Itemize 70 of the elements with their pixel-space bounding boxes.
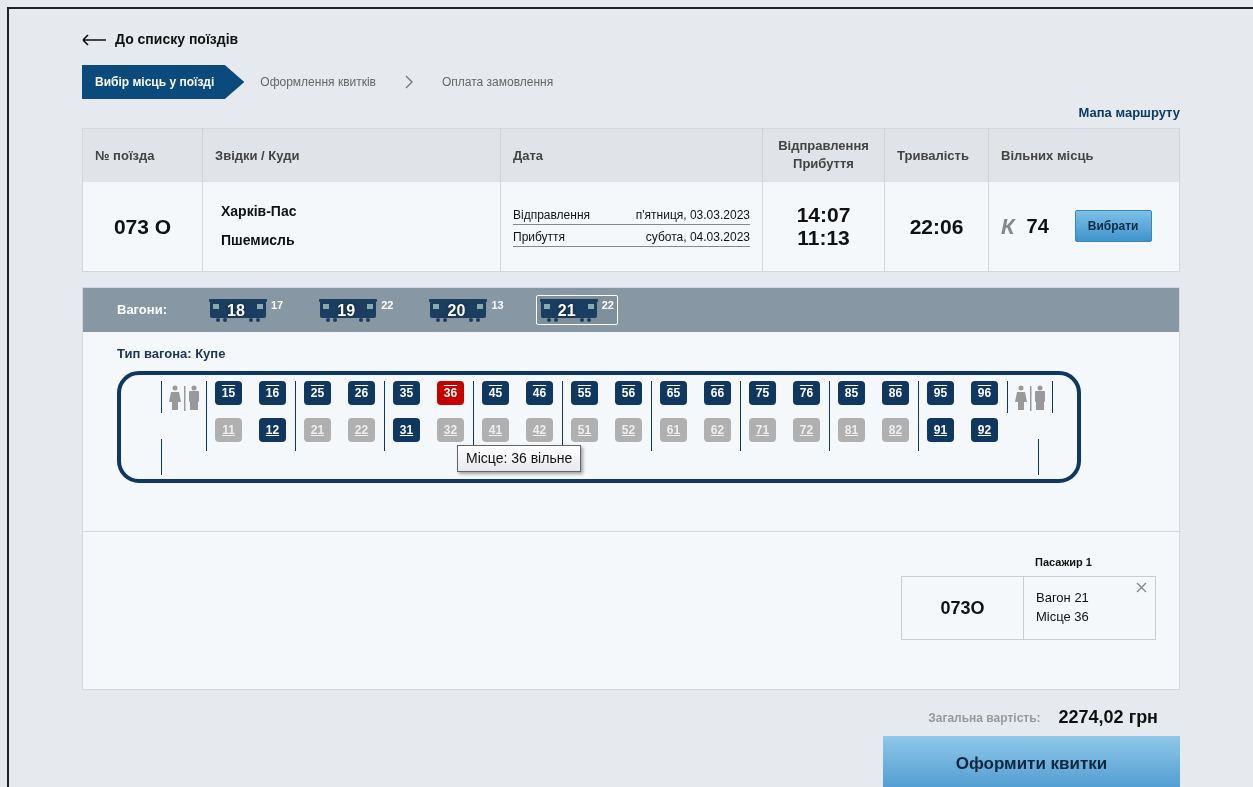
column-header: Відправлення Прибуття	[762, 128, 885, 182]
wagon-icon	[429, 297, 488, 322]
wagon-icon	[319, 297, 378, 322]
seat-button[interactable]: 91	[927, 418, 954, 442]
wagon-type: Тип вагона: Купе	[117, 344, 227, 363]
select-button[interactable]: Вибрати	[1074, 210, 1152, 243]
seat-button[interactable]: 76	[793, 381, 820, 405]
free-seats-count: 74	[1026, 214, 1049, 240]
seat-button[interactable]: 35	[393, 381, 420, 405]
seat-button[interactable]: 86	[882, 381, 909, 405]
station-to: Пшемисль	[221, 231, 296, 251]
step-tab[interactable]: Вибір місць у поїзді	[82, 65, 245, 99]
chevron-icon	[404, 75, 414, 89]
seat-tooltip: Місце: 36 вільне	[457, 445, 582, 472]
seat-button[interactable]: 31	[393, 418, 420, 442]
column-header: Дата	[500, 128, 763, 182]
ticket-train-number: 073О	[902, 577, 1024, 639]
restroom-icon	[169, 385, 199, 412]
seat-button[interactable]: 85	[838, 381, 865, 405]
seat-button[interactable]: 26	[348, 381, 375, 405]
total-price: 2274,02 грн	[1058, 706, 1158, 729]
column-header: № поїзда	[82, 128, 203, 182]
step-tab[interactable]: Оформлення квитків	[244, 73, 392, 91]
train-number: 073 О	[112, 213, 173, 240]
ticket-wagon: Вагон 21	[1036, 589, 1090, 607]
total-label: Загальна вартість:	[928, 709, 1041, 727]
seat-button[interactable]: 65	[660, 381, 687, 405]
passenger-title: Пасажир 1	[1035, 555, 1092, 570]
date-value: субота, 04.03.2023	[645, 228, 750, 246]
wagons-label: Вагони:	[117, 300, 167, 319]
seat-button[interactable]: 46	[526, 381, 553, 405]
column-header: Звідки / Куди	[202, 128, 501, 182]
seat-button[interactable]: 96	[971, 381, 998, 405]
close-icon	[1136, 582, 1147, 593]
seat-button[interactable]: 25	[304, 381, 331, 405]
seat-button[interactable]: 92	[971, 418, 998, 442]
date-label: Відправлення	[513, 206, 591, 224]
step-tab[interactable]: Оплата замовлення	[426, 73, 570, 91]
arrow-left-icon	[82, 33, 107, 46]
seat-button[interactable]: 56	[615, 381, 642, 405]
seat-button[interactable]: 16	[259, 381, 286, 405]
wagon-tab[interactable]: 20 13	[425, 294, 508, 325]
route-map-link[interactable]: Мапа маршруту	[1078, 103, 1180, 123]
close-button[interactable]	[1136, 582, 1147, 593]
class-code: К	[1001, 212, 1015, 241]
seat-button[interactable]: 15	[215, 381, 242, 405]
column-header: Тривалість	[884, 128, 989, 182]
wagon-tab[interactable]: 19 22	[315, 294, 398, 325]
wagon-tab[interactable]: 21 22	[535, 294, 618, 325]
wagon-tab[interactable]: 18 17	[205, 294, 288, 325]
date-label: Прибуття	[513, 228, 566, 246]
seat-button[interactable]: 75	[749, 381, 776, 405]
seat-button[interactable]: 66	[704, 381, 731, 405]
seat-button[interactable]: 36	[437, 381, 464, 405]
duration: 22:06	[908, 214, 965, 238]
column-header: Вільних місць	[988, 128, 1180, 182]
seat-button[interactable]: 45	[482, 381, 509, 405]
seat-button[interactable]: 12	[259, 418, 286, 442]
station-from: Харків-Пас	[221, 202, 298, 222]
wagon-icon	[209, 297, 267, 322]
wagon-icon	[539, 297, 598, 322]
seat-button[interactable]: 55	[571, 381, 598, 405]
arrival-time: 11:13	[796, 226, 851, 250]
date-value: п'ятниця, 03.03.2023	[635, 206, 750, 224]
seat-button[interactable]: 95	[927, 381, 954, 405]
restroom-icon	[1015, 385, 1045, 412]
back-link[interactable]: До списку поїздів	[82, 9, 239, 50]
departure-time: 14:07	[795, 203, 852, 227]
checkout-button[interactable]: Оформити квитки	[883, 736, 1180, 787]
ticket-seat: Місце 36	[1036, 607, 1143, 627]
